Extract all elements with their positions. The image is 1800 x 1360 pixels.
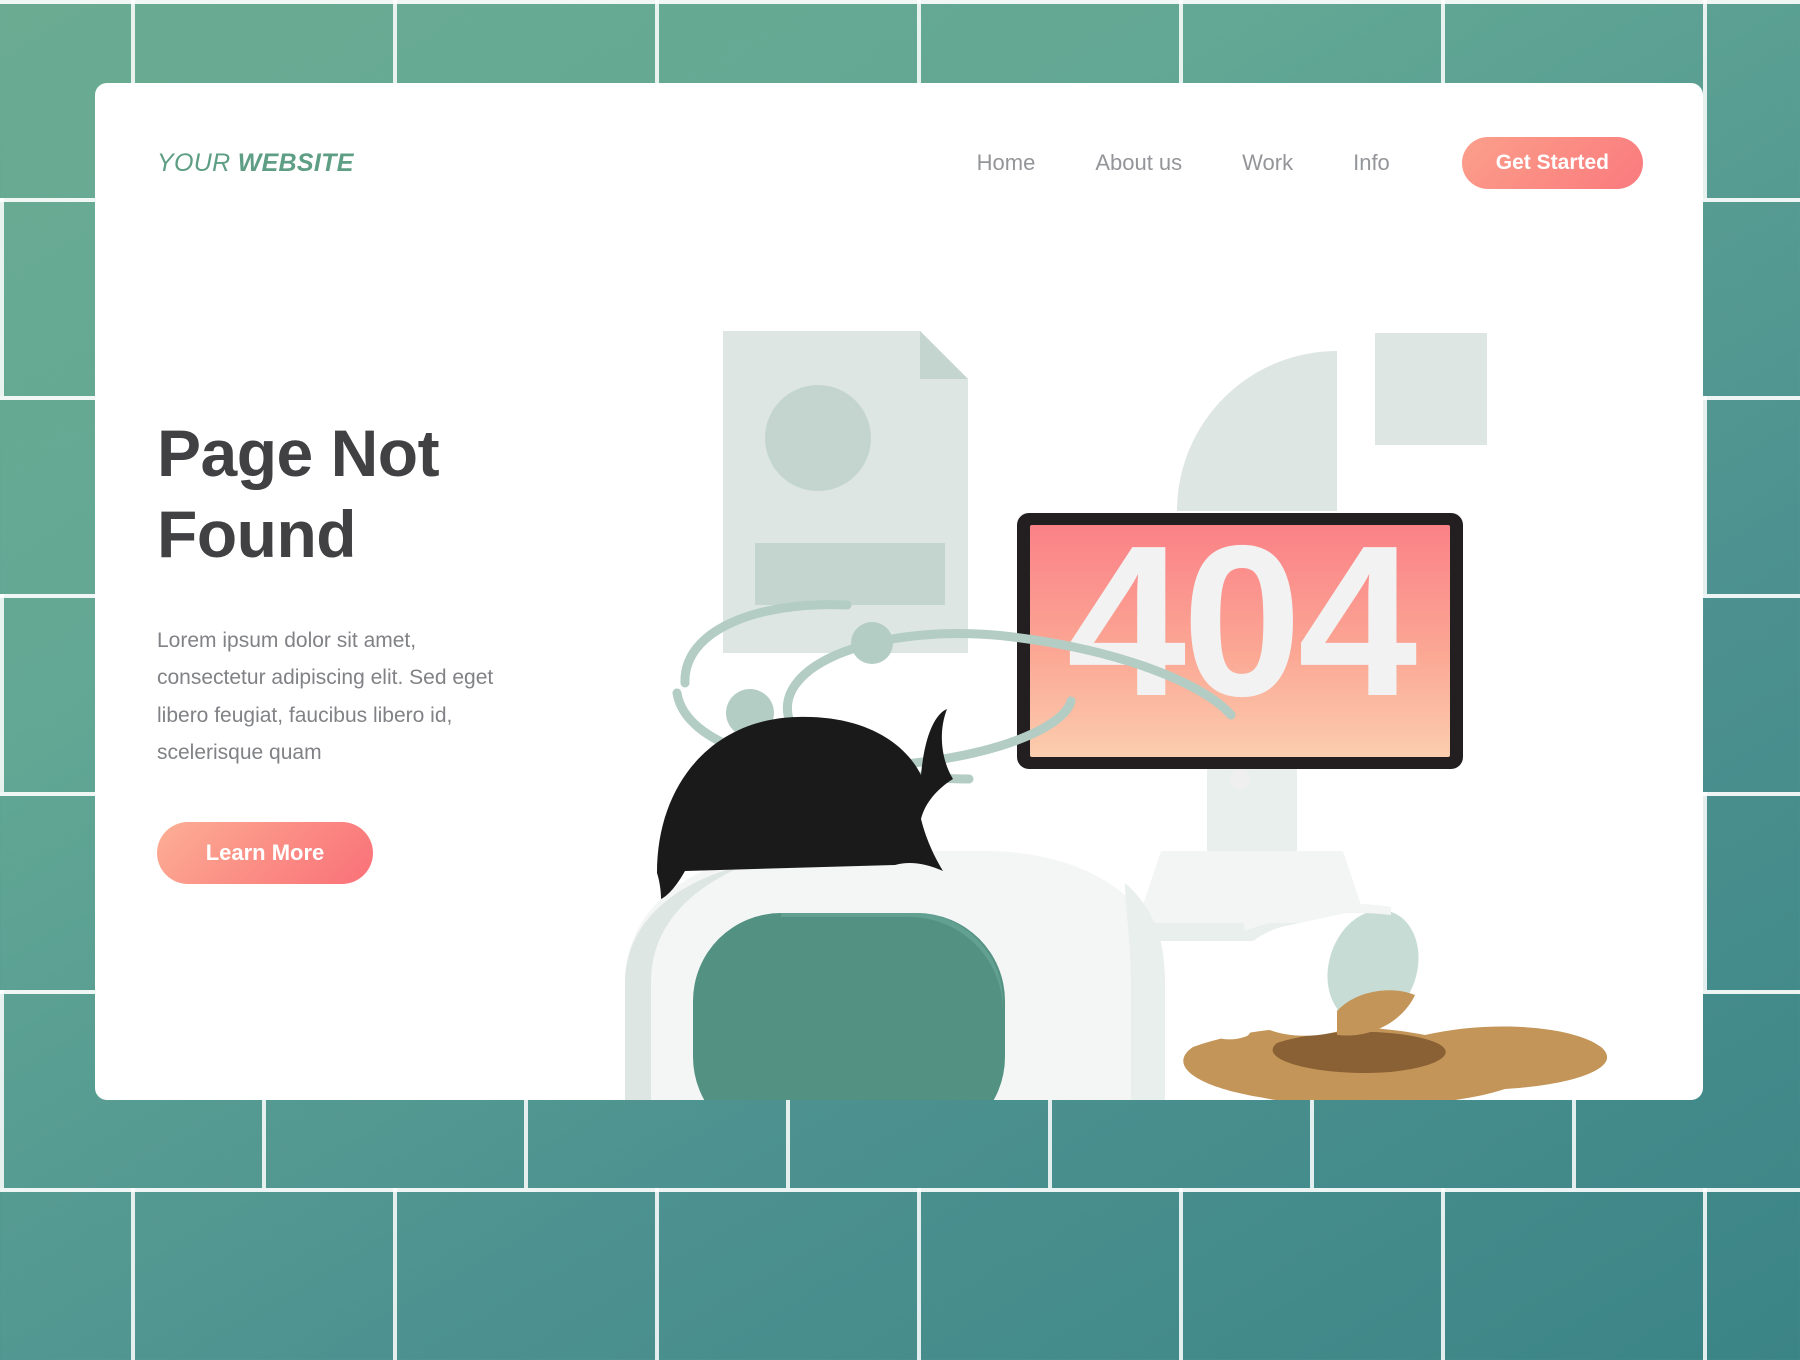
site-logo[interactable]: YOUR WEBSITE (157, 149, 354, 178)
logo-text-regular: YOUR (157, 148, 238, 177)
error-illustration: 404 (565, 223, 1675, 1100)
page-title: Page Not Found (157, 416, 440, 571)
quarter-circle-shape (1177, 351, 1337, 511)
orbit-dot-upper (851, 622, 893, 664)
learn-more-button[interactable]: Learn More (157, 821, 373, 884)
hero-copy: Page Not Found Lorem ipsum dolor sit ame… (157, 413, 627, 884)
spilled-coffee-icon (1183, 903, 1608, 1100)
site-header: YOUR WEBSITE Home About us Work Info Get… (95, 83, 1703, 243)
nav-item-work[interactable]: Work (1212, 150, 1323, 176)
nav-item-home[interactable]: Home (947, 150, 1066, 176)
screen-404-text: 404 (1067, 500, 1417, 741)
small-square-shape (1375, 333, 1487, 445)
page-card: YOUR WEBSITE Home About us Work Info Get… (95, 83, 1703, 1100)
logo-text-bold: WEBSITE (237, 148, 354, 177)
nav-item-info[interactable]: Info (1323, 150, 1420, 176)
tile-row (0, 1188, 1800, 1360)
lead-paragraph: Lorem ipsum dolor sit amet, consectetur … (157, 629, 494, 765)
nav-item-about-us[interactable]: About us (1065, 150, 1212, 176)
get-started-button[interactable]: Get Started (1461, 137, 1643, 189)
chair-back (693, 913, 1005, 1100)
main-navigation: Home About us Work Info Get Started (947, 137, 1643, 189)
